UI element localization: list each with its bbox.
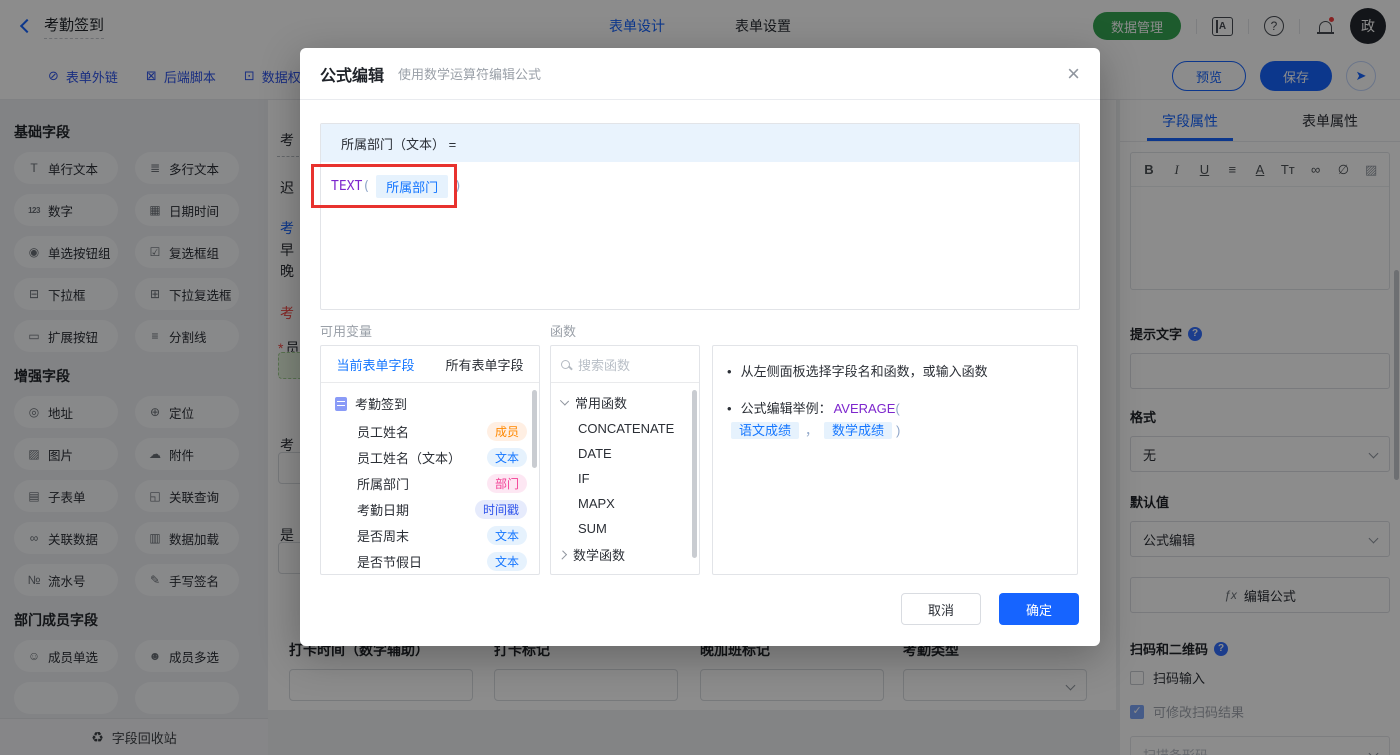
function-group[interactable]: 常用函数 xyxy=(551,389,699,416)
scrollbar-thumb[interactable] xyxy=(692,390,697,558)
variable-item[interactable]: 员工姓名（文本） 文本 xyxy=(321,444,539,470)
functions-panel: 搜索函数 常用函数 CONCATENATE DATE IF MAPX SUM 数学函数 … xyxy=(550,345,700,575)
example-function: AVERAGE xyxy=(833,401,896,416)
form-doc-icon xyxy=(335,396,347,411)
formula-target: 所属部门（文本） = xyxy=(321,124,1079,162)
variable-item[interactable]: 考勤日期 时间戳 xyxy=(321,496,539,522)
variable-item[interactable]: 员工姓名 成员 xyxy=(321,418,539,444)
field-type-badge: 成员 xyxy=(486,421,527,441)
variable-item[interactable]: 是否周末 文本 xyxy=(321,522,539,548)
close-icon[interactable]: × xyxy=(1067,62,1080,85)
tree-chevron-icon xyxy=(559,396,570,406)
field-type-badge: 时间戳 xyxy=(474,499,527,519)
search-icon xyxy=(561,359,570,369)
field-type-badge: 文本 xyxy=(486,447,527,467)
function-group[interactable]: 文本函数 xyxy=(551,568,699,574)
variables-panel: 当前表单字段 所有表单字段 考勤签到 员工姓名 成员 员工姓名（文本） 文本 所… xyxy=(320,345,540,575)
formula-help-panel: • 从左侧面板选择字段名和函数，或输入函数 • 公式编辑举例： AVERAGE … xyxy=(712,345,1078,575)
help-tip: 从左侧面板选择字段名和函数，或输入函数 xyxy=(740,364,988,379)
function-item-date[interactable]: DATE xyxy=(551,441,699,466)
variables-label: 可用变量 xyxy=(320,324,373,339)
function-group[interactable]: 数学函数 xyxy=(551,541,699,568)
tab-current-form-fields[interactable]: 当前表单字段 xyxy=(321,346,430,382)
function-search-input[interactable]: 搜索函数 xyxy=(551,346,699,383)
field-type-badge: 文本 xyxy=(486,551,527,571)
example-field-token[interactable]: 数学成绩 xyxy=(824,422,893,439)
scrollbar-thumb[interactable] xyxy=(532,390,537,468)
functions-label: 函数 xyxy=(550,324,577,339)
bullet: • xyxy=(727,401,732,416)
modal-subtitle: 使用数学运算符编辑公式 xyxy=(398,67,542,82)
field-type-badge: 部门 xyxy=(486,473,527,493)
function-item-mapx[interactable]: MAPX xyxy=(551,491,699,516)
help-example-prefix: 公式编辑举例： xyxy=(740,401,832,416)
variable-item[interactable]: 是否节假日 文本 xyxy=(321,548,539,574)
variable-tree-root[interactable]: 考勤签到 xyxy=(321,389,539,418)
variable-item[interactable]: 所属部门 部门 xyxy=(321,470,539,496)
separator: ， xyxy=(805,423,819,438)
formula-editor-modal: 公式编辑 使用数学运算符编辑公式 × 所属部门（文本） = TEXT ( 所属部… xyxy=(300,48,1100,646)
tree-chevron-icon xyxy=(557,549,568,560)
function-item-if[interactable]: IF xyxy=(551,466,699,491)
formula-function: TEXT xyxy=(331,179,363,194)
tab-all-form-fields[interactable]: 所有表单字段 xyxy=(430,346,539,382)
formula-field-token[interactable]: 所属部门 xyxy=(376,175,449,198)
bullet: • xyxy=(727,364,732,379)
formula-input-area[interactable]: 所属部门（文本） = TEXT ( 所属部门 ) xyxy=(320,123,1080,310)
confirm-button[interactable]: 确定 xyxy=(999,593,1079,625)
function-item-sum[interactable]: SUM xyxy=(551,516,699,541)
app-screen: 考勤签到 表单设计 表单设置 数据管理 A ? 政 ⊘ 表单外链 ⊠ 后端脚本 … xyxy=(0,0,1400,755)
cancel-button[interactable]: 取消 xyxy=(901,593,981,625)
search-placeholder: 搜索函数 xyxy=(578,357,631,373)
example-field-token[interactable]: 语文成绩 xyxy=(731,422,800,439)
modal-title: 公式编辑 xyxy=(320,67,385,85)
formula-expression[interactable]: TEXT ( 所属部门 ) xyxy=(321,162,1079,211)
function-item-concatenate[interactable]: CONCATENATE xyxy=(551,416,699,441)
field-type-badge: 文本 xyxy=(486,525,527,545)
